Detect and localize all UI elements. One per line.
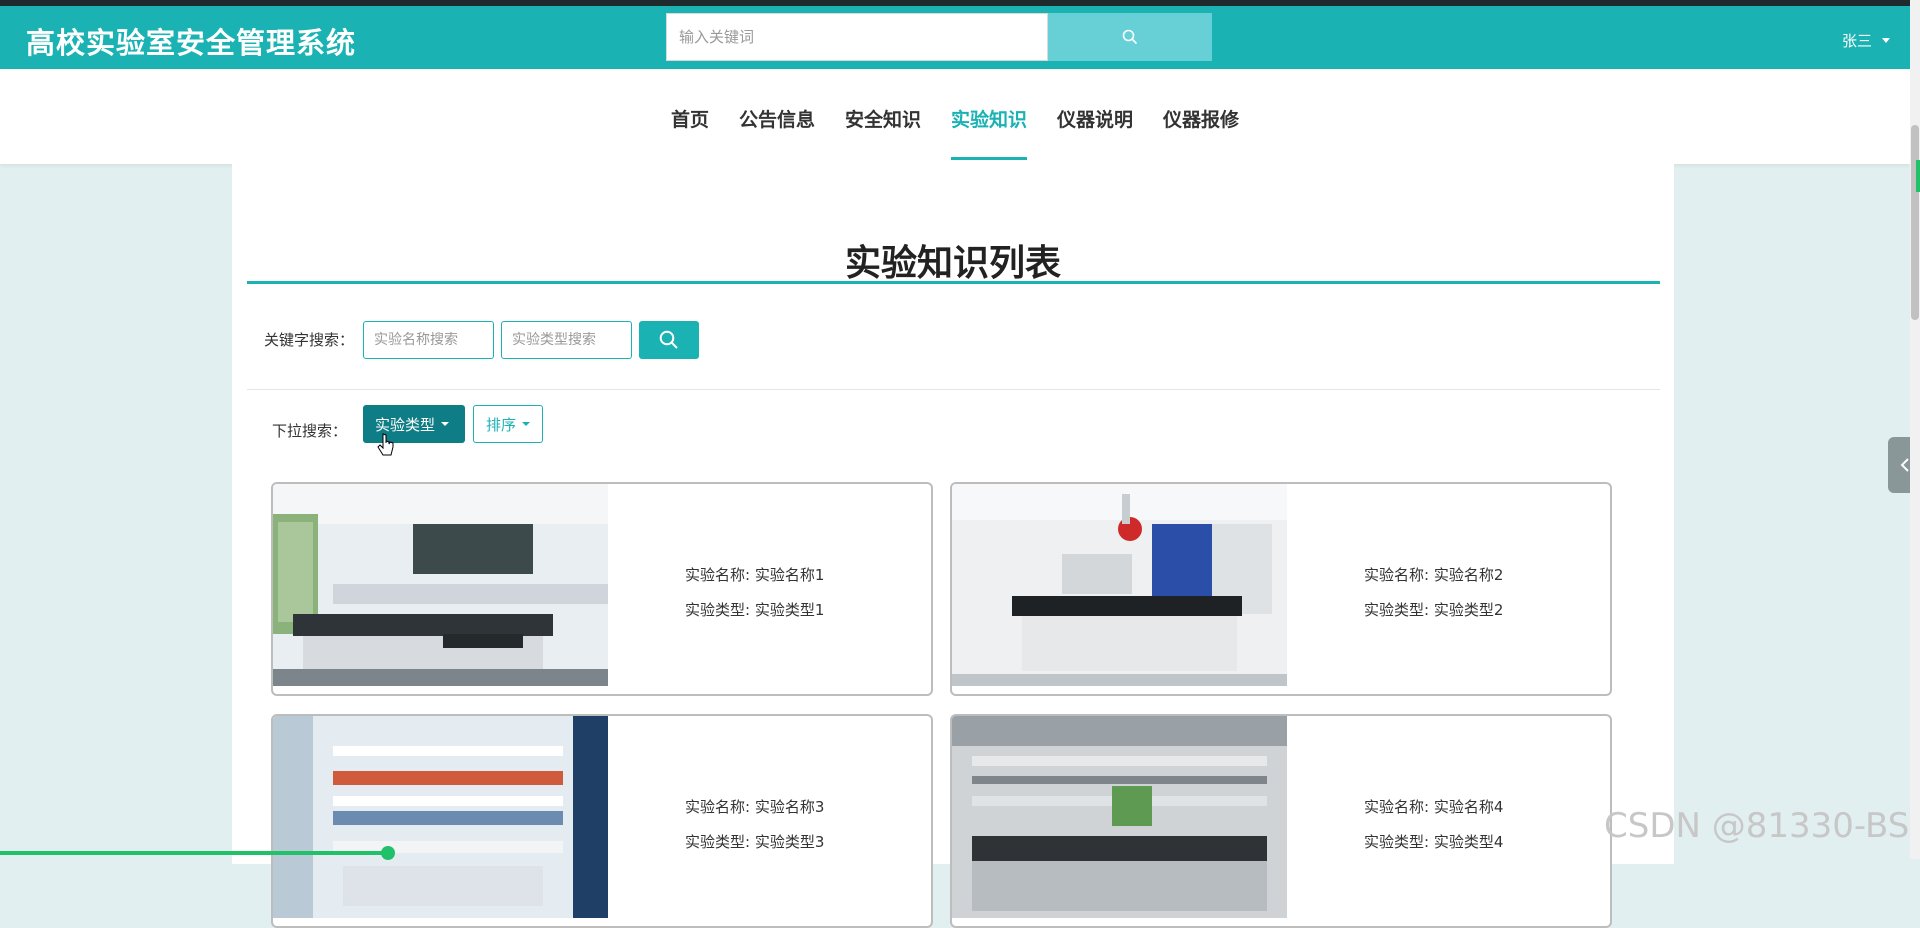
search-icon xyxy=(1122,29,1138,45)
header-search-input[interactable] xyxy=(666,13,1048,61)
nav-item-instrument-manual[interactable]: 仪器说明 xyxy=(1042,69,1148,164)
experiment-name-label: 实验名称: xyxy=(1364,798,1430,816)
progress-handle[interactable] xyxy=(381,846,395,860)
experiment-type-search-input[interactable] xyxy=(501,321,632,359)
experiment-type-value: 实验类型2 xyxy=(1433,601,1504,619)
user-menu[interactable]: 张三 xyxy=(1842,30,1890,51)
nav-item-safety-knowledge[interactable]: 安全知识 xyxy=(830,69,936,164)
experiment-name-search-input[interactable] xyxy=(363,321,494,359)
nav-item-instrument-repair[interactable]: 仪器报修 xyxy=(1148,69,1254,164)
page-scrollbar[interactable] xyxy=(1910,0,1920,859)
header-bar: 高校实验室安全管理系统 张三 xyxy=(0,6,1920,69)
experiment-type-label: 实验类型: xyxy=(685,833,751,851)
card-info: 实验名称: 实验名称1 实验类型: 实验类型1 xyxy=(685,558,824,628)
nav-item-announcements[interactable]: 公告信息 xyxy=(724,69,830,164)
lab-photo xyxy=(952,484,1287,686)
sort-dropdown[interactable]: 排序 xyxy=(473,405,543,443)
user-name: 张三 xyxy=(1841,32,1872,50)
experiment-type-value: 实验类型4 xyxy=(1433,833,1504,851)
main-content: 实验知识列表 关键字搜索： 下拉搜索： 实验类型 排序 实验名称: 实验名称1 xyxy=(232,164,1674,928)
keyword-search-label: 关键字搜索： xyxy=(264,331,355,349)
experiment-name-value: 实验名称4 xyxy=(1433,798,1504,816)
scroll-indicator xyxy=(1916,160,1920,192)
experiment-card[interactable]: 实验名称: 实验名称4 实验类型: 实验类型4 xyxy=(950,714,1612,928)
main-nav: 首页 公告信息 安全知识 实验知识 仪器说明 仪器报修 xyxy=(0,69,1910,164)
experiment-type-label: 实验类型: xyxy=(1364,833,1430,851)
nav-item-home[interactable]: 首页 xyxy=(656,69,724,164)
filter-divider xyxy=(247,389,1660,390)
experiment-name-value: 实验名称1 xyxy=(754,566,825,584)
experiment-card[interactable]: 实验名称: 实验名称3 实验类型: 实验类型3 xyxy=(271,714,933,928)
watermark: CSDN @81330-BS xyxy=(1604,806,1910,846)
scrollbar-thumb[interactable] xyxy=(1911,125,1919,320)
mouse-pointer-icon xyxy=(377,433,394,456)
header-search-button[interactable] xyxy=(1048,13,1212,61)
experiment-name-label: 实验名称: xyxy=(685,798,751,816)
experiment-type-dropdown-label: 实验类型 xyxy=(375,415,436,434)
card-info: 实验名称: 实验名称3 实验类型: 实验类型3 xyxy=(685,790,824,860)
experiment-type-label: 实验类型: xyxy=(1364,601,1430,619)
experiment-name-value: 实验名称3 xyxy=(754,798,825,816)
lab-photo xyxy=(273,716,608,918)
experiment-type-value: 实验类型3 xyxy=(754,833,825,851)
caret-down-icon xyxy=(522,422,530,426)
nav-item-experiment-knowledge[interactable]: 实验知识 xyxy=(936,69,1042,164)
lab-photo xyxy=(273,484,608,686)
lab-photo xyxy=(952,716,1287,918)
sort-dropdown-label: 排序 xyxy=(486,415,517,434)
card-info: 实验名称: 实验名称2 实验类型: 实验类型2 xyxy=(1364,558,1503,628)
caret-down-icon xyxy=(441,422,450,426)
page-title: 实验知识列表 xyxy=(844,243,1061,284)
dropdown-search-label: 下拉搜索： xyxy=(272,422,348,440)
card-info: 实验名称: 实验名称4 实验类型: 实验类型4 xyxy=(1364,790,1503,860)
keyword-search-button[interactable] xyxy=(639,321,699,359)
title-divider xyxy=(247,281,1660,284)
video-progress-bar[interactable] xyxy=(0,851,388,855)
experiment-name-label: 实验名称: xyxy=(685,566,751,584)
experiment-type-value: 实验类型1 xyxy=(754,601,825,619)
experiment-card[interactable]: 实验名称: 实验名称1 实验类型: 实验类型1 xyxy=(271,482,933,696)
chevron-down-icon xyxy=(1882,38,1890,43)
experiment-type-label: 实验类型: xyxy=(685,601,751,619)
experiment-name-value: 实验名称2 xyxy=(1433,566,1504,584)
search-icon xyxy=(659,330,678,349)
experiment-name-label: 实验名称: xyxy=(1364,566,1430,584)
experiment-card[interactable]: 实验名称: 实验名称2 实验类型: 实验类型2 xyxy=(950,482,1612,696)
app-title: 高校实验室安全管理系统 xyxy=(26,26,357,60)
